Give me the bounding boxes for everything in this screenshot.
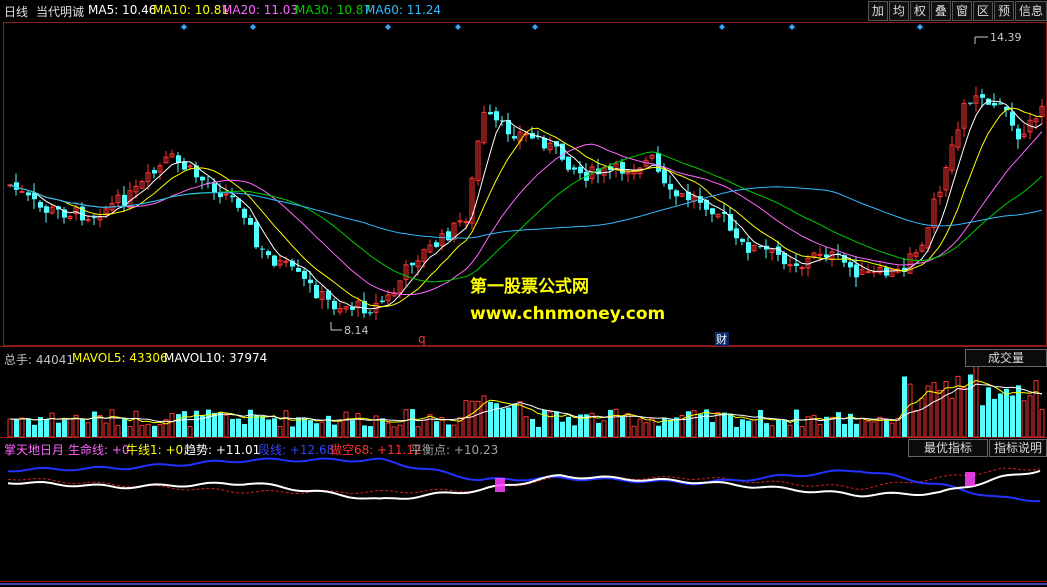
- marker-q[interactable]: q: [418, 332, 426, 346]
- indicator-lines: [7, 457, 1041, 503]
- high-price-label: 14.39: [990, 31, 1022, 44]
- event-markers: [181, 24, 923, 30]
- life-line-value: 生命线: +0: [68, 443, 130, 457]
- watermark-title: 第一股票公式网: [470, 277, 589, 297]
- best-indicator-button[interactable]: 最优指标: [908, 439, 988, 457]
- watermark-url: www.chnmoney.com: [470, 304, 666, 324]
- short-value: 做空68: +11.12: [330, 443, 422, 457]
- volume-bars: [7, 365, 1045, 438]
- indicator-name[interactable]: 掌天地日月: [4, 441, 64, 458]
- volume-indicator-select[interactable]: 成交量: [965, 349, 1047, 367]
- volume-total: 总手: 44041: [4, 353, 75, 367]
- balance-point-value: 平衡点: +10.23: [410, 443, 499, 457]
- band-line-value: 段线: +12.68: [258, 443, 335, 457]
- marker-cai[interactable]: 财: [716, 332, 727, 346]
- main-panel-frame: [3, 22, 1047, 346]
- mavol5-value: MAVOL5: 43306: [72, 351, 168, 365]
- low-price-label: 8.14: [344, 324, 369, 337]
- mavol10-value: MAVOL10: 37974: [164, 351, 268, 365]
- indicator-explain-button[interactable]: 指标说明: [989, 439, 1047, 457]
- bull-line-value: 牛线1: +0: [126, 443, 184, 457]
- trend-value: 趋势: +11.01: [184, 443, 261, 457]
